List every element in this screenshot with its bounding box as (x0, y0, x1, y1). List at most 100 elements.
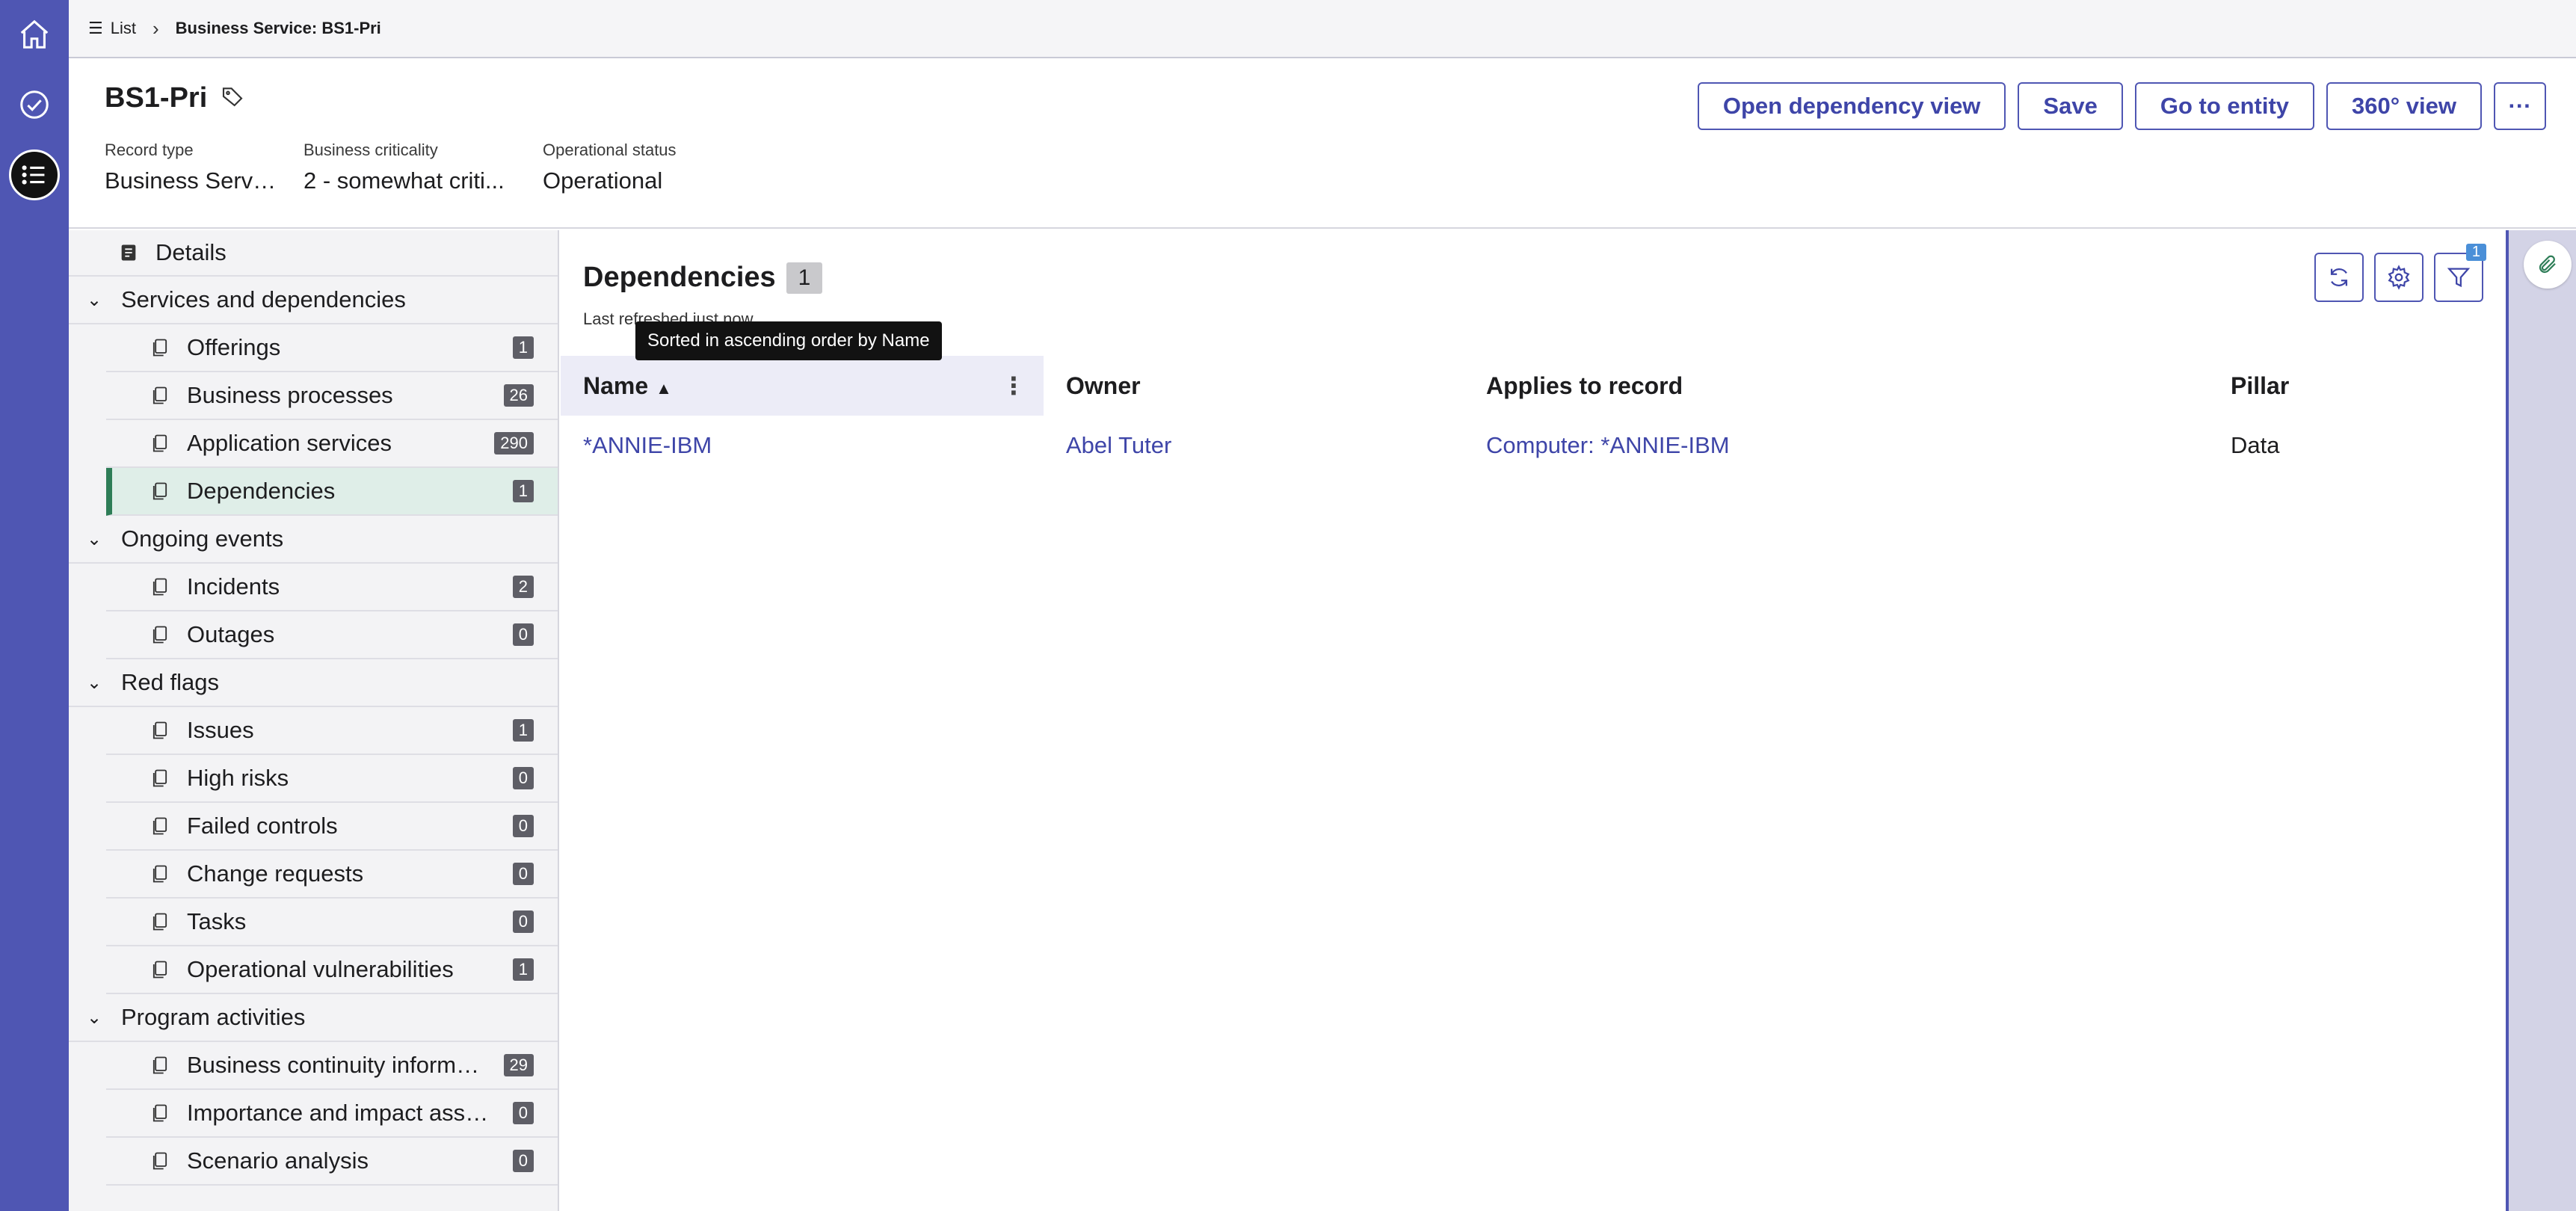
list-icon[interactable] (9, 150, 60, 200)
column-header-name[interactable]: Name ▲ ⋮ (561, 356, 1044, 416)
sidebar-item-outages[interactable]: Outages 0 (106, 611, 558, 659)
home-icon[interactable] (9, 9, 60, 60)
filter-count-badge: 1 (2465, 244, 2486, 261)
check-circle-icon[interactable] (9, 79, 60, 130)
count-badge: 1 (512, 719, 534, 742)
count-badge: 0 (512, 1102, 534, 1124)
refresh-button[interactable] (2314, 253, 2364, 302)
sidebar-item-tasks[interactable]: Tasks 0 (106, 899, 558, 946)
right-utility-strip (2506, 230, 2576, 1211)
count-badge: 0 (512, 863, 534, 885)
business-criticality-label: Business criticality (303, 141, 438, 159)
more-actions-button[interactable]: ··· (2494, 82, 2546, 130)
sidebar-item-business-continuity-informa[interactable]: Business continuity informa... 29 (106, 1042, 558, 1090)
sidebar-item-change-requests[interactable]: Change requests 0 (106, 851, 558, 899)
sidebar-item-label: Importance and impact asse... (187, 1100, 496, 1126)
name-link[interactable]: *ANNIE-IBM (583, 432, 712, 458)
count-badge: 0 (512, 815, 534, 837)
filter-icon (2447, 268, 2471, 288)
column-header-label: Name (583, 372, 649, 399)
sidebar-item-incidents[interactable]: Incidents 2 (106, 564, 558, 611)
sidebar-item-label: Details (155, 239, 227, 265)
sidebar-item-label: Failed controls (187, 813, 338, 839)
dependencies-table: Name ▲ ⋮ Owner Applies to record Pillar *… (561, 356, 2506, 475)
list-icon: ☰ (88, 19, 103, 37)
open-dependency-view-button[interactable]: Open dependency view (1697, 82, 2006, 130)
nav-group-services-and-dependencies[interactable]: ⌄ Services and dependencies (69, 277, 558, 324)
sidebar-item-high-risks[interactable]: High risks 0 (106, 755, 558, 803)
breadcrumb-current: Business Service: BS1-Pri (175, 19, 381, 37)
sidebar-item-label: Change requests (187, 860, 364, 887)
sidebar-item-label: Operational vulnerabilities (187, 956, 454, 982)
count-badge: 0 (512, 623, 534, 646)
nav-group-ongoing-events[interactable]: ⌄ Ongoing events (69, 516, 558, 564)
copy-document-icon (152, 721, 167, 739)
record-header: BS1-Pri Record type Business Service Bus… (69, 60, 2576, 229)
count-badge: 1 (512, 480, 534, 502)
settings-button[interactable] (2374, 253, 2424, 302)
record-type-label: Record type (105, 141, 194, 159)
applies-to-record-link[interactable]: Computer: *ANNIE-IBM (1486, 432, 1730, 458)
nav-group-program-activities[interactable]: ⌄ Program activities (69, 994, 558, 1042)
nav-group-label: Services and dependencies (121, 286, 406, 312)
sort-ascending-icon: ▲ (656, 378, 672, 398)
sidebar-item-details[interactable]: Details (69, 230, 558, 277)
count-badge: 29 (503, 1054, 534, 1076)
copy-document-icon (152, 769, 167, 787)
360-view-button[interactable]: 360° view (2326, 82, 2482, 130)
sidebar-item-offerings[interactable]: Offerings 1 (106, 324, 558, 372)
refresh-icon (2330, 268, 2348, 286)
save-button[interactable]: Save (2018, 82, 2123, 130)
copy-document-icon (152, 434, 167, 452)
chevron-down-icon: ⌄ (86, 1007, 102, 1028)
copy-document-icon (152, 1104, 167, 1122)
attachment-button[interactable] (2524, 241, 2572, 289)
operational-status-label: Operational status (543, 141, 677, 159)
business-criticality-field: Business criticality 2 - somewhat criti.… (303, 141, 519, 194)
record-type-field: Record type Business Service (105, 141, 280, 194)
filter-button[interactable]: 1 (2434, 244, 2486, 302)
record-type-value: Business Service (105, 167, 280, 194)
sidebar-item-business-processes[interactable]: Business processes 26 (106, 372, 558, 420)
count-badge: 1 (786, 262, 823, 294)
column-header-pillar[interactable]: Pillar (2208, 356, 2506, 416)
sidebar-item-application-services[interactable]: Application services 290 (106, 420, 558, 468)
sidebar-item-scenario-analysis[interactable]: Scenario analysis 0 (106, 1138, 558, 1186)
sidebar-item-label: Dependencies (187, 478, 336, 504)
sort-tooltip: Sorted in ascending order by Name (635, 321, 942, 360)
sidebar-item-dependencies[interactable]: Dependencies 1 (106, 468, 558, 516)
page-title: BS1-Pri (105, 82, 208, 114)
go-to-entity-button[interactable]: Go to entity (2134, 82, 2315, 130)
copy-document-icon (152, 578, 167, 596)
column-header-owner[interactable]: Owner (1044, 356, 1464, 416)
count-badge: 0 (512, 910, 534, 933)
count-badge: 290 (494, 432, 534, 454)
breadcrumb-list-link[interactable]: ☰ List (88, 19, 136, 38)
sidebar-item-importance-and-impact-asse[interactable]: Importance and impact asse... 0 (106, 1090, 558, 1138)
sidebar-item-label: High risks (187, 765, 289, 791)
sidebar-item-label: Scenario analysis (187, 1147, 369, 1174)
breadcrumb: ☰ List › Business Service: BS1-Pri (69, 0, 2576, 58)
cell-applies-to-record: Computer: *ANNIE-IBM (1464, 416, 2208, 475)
chevron-down-icon: ⌄ (86, 672, 102, 693)
owner-link[interactable]: Abel Tuter (1066, 432, 1171, 458)
copy-document-icon (152, 1152, 167, 1170)
sidebar-item-operational-vulnerabilities[interactable]: Operational vulnerabilities 1 (106, 946, 558, 994)
chevron-right-icon: › (152, 16, 159, 40)
tag-icon[interactable] (221, 84, 244, 112)
operational-status-field: Operational status Operational (543, 141, 722, 194)
dependencies-panel: Dependencies 1 Last refreshed just now 1… (561, 230, 2506, 1211)
nav-group-red-flags[interactable]: ⌄ Red flags (69, 659, 558, 707)
sidebar-item-label: Business processes (187, 382, 393, 408)
sidebar-item-failed-controls[interactable]: Failed controls 0 (106, 803, 558, 851)
sidebar-item-label: Offerings (187, 334, 281, 360)
count-badge: 1 (512, 958, 534, 981)
nav-group-label: Red flags (121, 669, 219, 695)
app-rail (0, 0, 69, 1211)
document-icon (121, 244, 136, 261)
column-menu-icon[interactable]: ⋮ (1002, 372, 1026, 400)
column-header-applies-to-record[interactable]: Applies to record (1464, 356, 2208, 416)
chevron-down-icon: ⌄ (86, 289, 102, 310)
breadcrumb-list-label: List (110, 19, 136, 37)
sidebar-item-issues[interactable]: Issues 1 (106, 707, 558, 755)
